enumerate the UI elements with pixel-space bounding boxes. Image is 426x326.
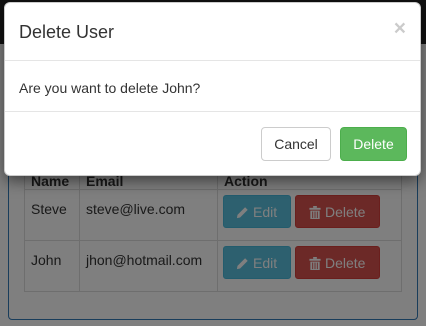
delete-user-modal: Delete User × Are you want to delete Joh… [4, 2, 421, 176]
close-icon[interactable]: × [394, 18, 406, 39]
modal-header: Delete User × [5, 3, 420, 61]
modal-body: Are you want to delete John? [5, 61, 420, 112]
modal-title: Delete User [19, 22, 115, 42]
cancel-button[interactable]: Cancel [261, 127, 331, 161]
modal-footer: Cancel Delete [5, 112, 420, 175]
confirm-delete-button[interactable]: Delete [340, 127, 407, 161]
modal-message: Are you want to delete John? [19, 80, 201, 96]
